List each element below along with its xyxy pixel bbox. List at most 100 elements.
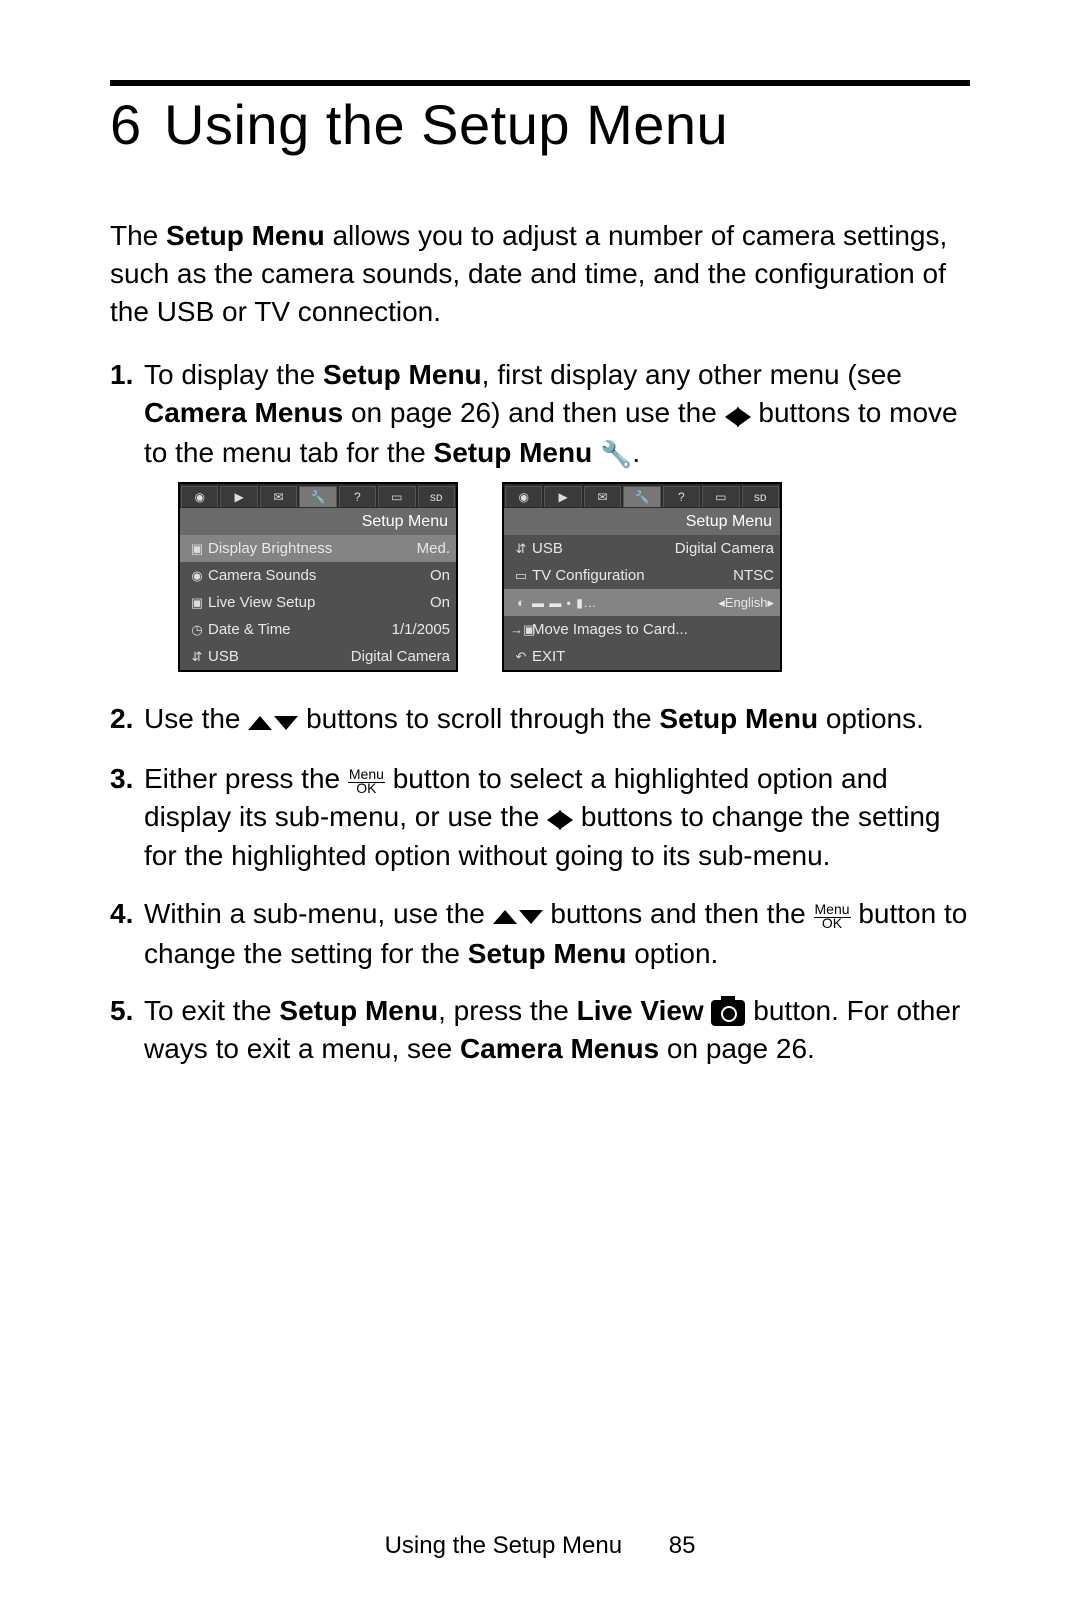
row-icon: ▭	[510, 567, 532, 585]
tab-icon: ✉	[584, 486, 621, 507]
row-label: USB	[208, 647, 351, 667]
term: Camera Menus	[144, 397, 343, 428]
text: OK	[356, 780, 376, 796]
camera-icon	[711, 1000, 745, 1026]
step-number: 1.	[110, 356, 133, 394]
row-icon: ↶	[510, 648, 532, 666]
tab-icon: ▶	[544, 486, 581, 507]
chapter-rule	[110, 80, 970, 86]
left-right-arrows-icon	[547, 799, 573, 837]
up-down-arrows-icon	[248, 702, 298, 740]
menu-row: ◉Camera SoundsOn	[180, 562, 456, 589]
row-value: Digital Camera	[351, 647, 450, 667]
row-label: Display Brightness	[208, 539, 417, 559]
row-value: Med.	[417, 539, 450, 559]
intro-paragraph: The Setup Menu allows you to adjust a nu…	[110, 217, 970, 330]
row-label: USB	[532, 539, 675, 559]
row-icon: ▣	[186, 540, 208, 558]
row-value: NTSC	[733, 566, 774, 586]
wrench-icon: 🔧	[600, 437, 632, 472]
tab-icon: ◉	[505, 486, 542, 507]
row-value: Digital Camera	[675, 539, 774, 559]
tab-icon: sᴅ	[418, 486, 455, 507]
footer-title: Using the Setup Menu	[385, 1532, 622, 1559]
menu-row: ↶EXIT	[504, 643, 780, 670]
text: To exit the	[144, 995, 279, 1026]
tab-icon: ?	[339, 486, 376, 507]
row-icon: ▣	[186, 594, 208, 612]
term: Live View	[577, 995, 704, 1026]
row-value: ◂English▸	[718, 594, 774, 612]
text: The	[110, 220, 166, 251]
step-2: 2. Use the buttons to scroll through the…	[110, 700, 970, 740]
row-value: On	[430, 593, 450, 613]
term: Setup Menu	[434, 437, 593, 468]
menu-row: ◷Date & Time1/1/2005	[180, 616, 456, 643]
screenshot-right: ◉▶✉🔧?▭sᴅ Setup Menu ⇵USBDigital Camera ▭…	[502, 482, 782, 673]
tab-icon: ✉	[260, 486, 297, 507]
row-icon: →▣	[510, 621, 532, 639]
page-footer: Using the Setup Menu 85	[0, 1532, 1080, 1560]
text: To display the	[144, 359, 323, 390]
tab-icon-selected: 🔧	[623, 486, 660, 507]
text: buttons and then the	[550, 898, 813, 929]
row-label: EXIT	[532, 647, 774, 667]
step-4: 4. Within a sub-menu, use the buttons an…	[110, 895, 970, 972]
row-icon: ◷	[186, 621, 208, 639]
menu-row: ⇵USBDigital Camera	[180, 643, 456, 670]
tab-row: ◉▶✉🔧?▭sᴅ	[180, 484, 456, 508]
row-label: Live View Setup	[208, 593, 430, 613]
row-icon: ⇵	[186, 648, 208, 666]
page-number: 85	[669, 1532, 696, 1559]
chapter-title: Using the Setup Menu	[164, 93, 728, 156]
row-label: Move Images to Card...	[532, 620, 774, 640]
text: Within a sub-menu, use the	[144, 898, 493, 929]
row-icon: ◐	[510, 594, 532, 612]
text: on page 26.	[659, 1033, 815, 1064]
up-down-arrows-icon	[493, 897, 543, 935]
chapter-number: 6	[110, 92, 141, 157]
menu-row: ◐▬ ▬ ▪ ▮...◂English▸	[504, 589, 780, 616]
text: Either press the	[144, 763, 348, 794]
step-number: 3.	[110, 760, 133, 798]
text: .	[632, 437, 640, 468]
row-value: 1/1/2005	[392, 620, 450, 640]
tab-icon: ▭	[378, 486, 415, 507]
step-1: 1. To display the Setup Menu, first disp…	[110, 356, 970, 672]
menu-ok-icon: MenuOK	[814, 902, 851, 930]
term: Setup Menu	[323, 359, 482, 390]
text: options.	[818, 703, 924, 734]
step-number: 5.	[110, 992, 133, 1030]
term: Setup Menu	[659, 703, 818, 734]
step-5: 5. To exit the Setup Menu, press the Liv…	[110, 992, 970, 1068]
text: on page 26) and then use the	[343, 397, 724, 428]
steps-list: 1. To display the Setup Menu, first disp…	[110, 356, 970, 1068]
term-setup-menu: Setup Menu	[166, 220, 325, 251]
step-number: 2.	[110, 700, 133, 738]
tab-icon: ?	[663, 486, 700, 507]
term: Camera Menus	[460, 1033, 659, 1064]
left-right-arrows-icon	[725, 396, 751, 434]
text: Use the	[144, 703, 248, 734]
menu-row: ⇵USBDigital Camera	[504, 535, 780, 562]
tab-row: ◉▶✉🔧?▭sᴅ	[504, 484, 780, 508]
step-number: 4.	[110, 895, 133, 933]
screen-header: Setup Menu	[504, 508, 780, 536]
step-3: 3. Either press the MenuOK button to sel…	[110, 760, 970, 875]
screenshot-pair: ◉▶✉🔧?▭sᴅ Setup Menu ▣Display BrightnessM…	[178, 482, 970, 673]
row-label: TV Configuration	[532, 566, 733, 586]
menu-row: ▣Live View SetupOn	[180, 589, 456, 616]
row-icon: ⇵	[510, 540, 532, 558]
chapter-heading: 6 Using the Setup Menu	[110, 92, 970, 157]
screenshot-left: ◉▶✉🔧?▭sᴅ Setup Menu ▣Display BrightnessM…	[178, 482, 458, 673]
screen-header: Setup Menu	[180, 508, 456, 536]
manual-page: 6 Using the Setup Menu The Setup Menu al…	[0, 0, 1080, 1620]
row-label: Camera Sounds	[208, 566, 430, 586]
text: buttons to scroll through the	[306, 703, 659, 734]
menu-row: ▣Display BrightnessMed.	[180, 535, 456, 562]
text: option.	[626, 938, 718, 969]
text: OK	[822, 915, 842, 931]
tab-icon-selected: 🔧	[299, 486, 336, 507]
row-icon: ◉	[186, 567, 208, 585]
term: Setup Menu	[468, 938, 627, 969]
